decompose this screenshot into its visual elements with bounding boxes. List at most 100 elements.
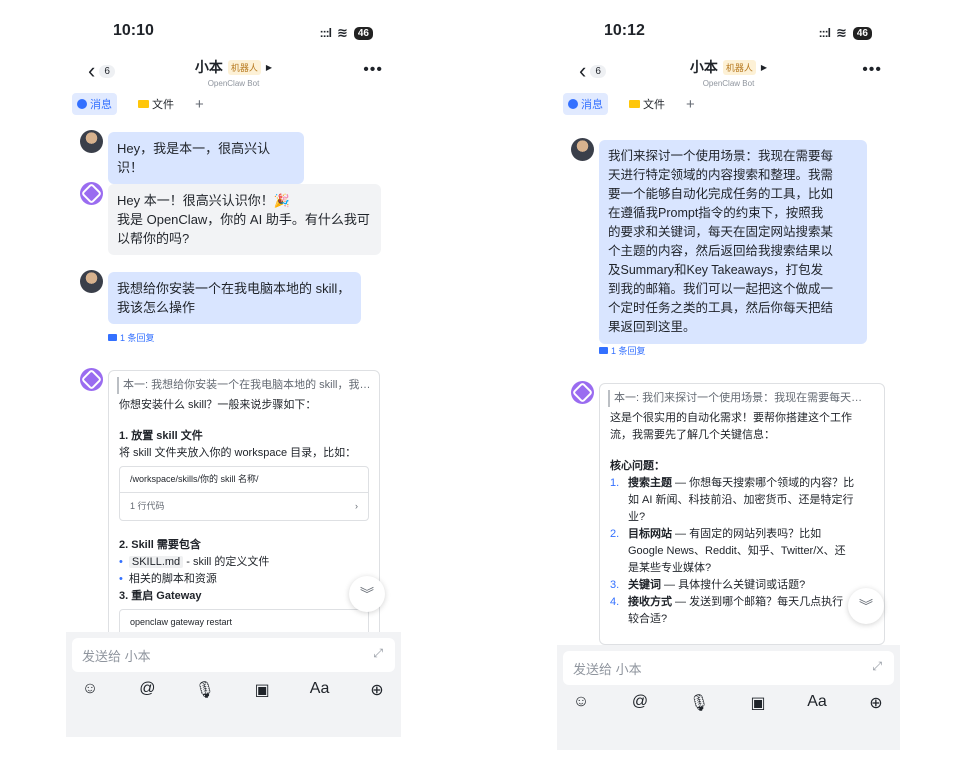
bot-avatar[interactable]: [80, 368, 103, 391]
text-format-icon[interactable]: Aa: [306, 680, 334, 700]
wifi-icon: ≋: [336, 25, 348, 40]
message-input[interactable]: 发送给 小本 ⤢: [72, 638, 395, 672]
tab-messages-label: 消息: [90, 99, 112, 111]
caret-right-icon: ▶: [265, 62, 273, 72]
list-item: 1. 搜索主题 — 你想每天搜索哪个领域的内容？比如 AI 新闻、科技前沿、加密…: [610, 475, 874, 526]
item-text: — 具体搜什么关键词或话题?: [661, 579, 806, 591]
item-text: 是某些专业媒体?: [628, 562, 712, 574]
item-text: 较合适?: [628, 613, 668, 625]
code-line-count: 1 行代码: [130, 501, 165, 511]
message-line: 的要求和关键词，每天在固定网站搜索某: [608, 225, 834, 239]
list-number: 2.: [610, 528, 620, 540]
phone-screen-right: 10:12 :::l ≋ 46 ‹ 6 小本 机器人 ▶ OpenClaw Bo…: [557, 0, 900, 765]
status-time: 10:12: [604, 22, 645, 39]
step-heading: 1. 放置 skill 文件: [119, 430, 203, 442]
message-line: 我该怎么操作: [117, 300, 196, 315]
add-circle-icon[interactable]: ⊕: [862, 693, 890, 713]
tab-files[interactable]: 文件: [624, 93, 670, 115]
add-tab-button[interactable]: +: [686, 96, 695, 113]
user-avatar[interactable]: [571, 138, 594, 161]
code-block[interactable]: /workspace/skills/你的 skill 名称/ 1 行代码 ›: [119, 466, 369, 521]
chat-header: ‹ 6 小本 机器人 ▶ OpenClaw Bot •••: [557, 55, 900, 91]
message-line: 我们来探讨一个使用场景：我现在需要每: [608, 149, 834, 163]
signal-icon: :::l: [818, 26, 831, 40]
input-placeholder: 发送给 小本: [82, 648, 151, 664]
message-bubble[interactable]: Hey，我是本一，很高兴认识！: [108, 132, 304, 184]
status-icons: :::l ≋ 46: [819, 25, 872, 41]
microphone-icon[interactable]: 🎙: [685, 693, 713, 713]
bot-badge: 机器人: [722, 59, 756, 75]
message-bubble[interactable]: Hey 本一！很高兴认识你！🎉 我是 OpenClaw，你的 AI 助手。有什么…: [108, 184, 381, 255]
code-footer[interactable]: 1 行代码 ›: [120, 493, 368, 520]
more-options-icon[interactable]: •••: [862, 61, 882, 79]
list-number: 3.: [610, 579, 620, 591]
mention-icon[interactable]: @: [626, 693, 654, 713]
quoted-message[interactable]: 本一: 我想给你安装一个在我电脑本地的 skill，我…: [117, 377, 371, 394]
tab-files-label: 文件: [643, 99, 665, 111]
message-line: 要一个能够自动化完成任务的工具，比如: [608, 187, 834, 201]
list-number: 1.: [610, 477, 620, 489]
tab-files[interactable]: 文件: [133, 93, 179, 115]
text-format-icon[interactable]: Aa: [803, 693, 831, 713]
expand-icon[interactable]: ⤢: [872, 659, 882, 674]
user-avatar[interactable]: [80, 270, 103, 293]
thread-reply-link[interactable]: 1 条回复: [108, 331, 155, 344]
cube-icon: [80, 182, 103, 205]
composer-toolbar: ☺ @ 🎙 ▣ Aa ⊕: [567, 693, 890, 713]
message-line: 天进行特定领域的内容搜索和整理。我需: [608, 168, 834, 182]
mention-icon[interactable]: @: [133, 680, 161, 700]
card-intro: 这是个很实用的自动化需求！要帮你搭建这个工作: [610, 412, 852, 424]
item-text: Google News、Reddit、知乎、Twitter/X、还: [628, 545, 846, 557]
item-label: 关键词: [628, 579, 661, 591]
section-heading: 核心问题：: [610, 460, 665, 472]
bot-avatar[interactable]: [80, 182, 103, 205]
item-label: 搜索主题: [628, 477, 672, 489]
bot-badge: 机器人: [227, 59, 261, 75]
more-options-icon[interactable]: •••: [363, 61, 383, 79]
user-avatar[interactable]: [80, 130, 103, 153]
emoji-icon[interactable]: ☺: [567, 693, 595, 713]
scroll-to-bottom-button[interactable]: ︾: [349, 576, 385, 612]
battery-icon: 46: [852, 26, 872, 40]
folder-icon: [138, 100, 149, 108]
image-icon[interactable]: ▣: [744, 693, 772, 713]
chat-title-block[interactable]: 小本 机器人 ▶ OpenClaw Bot: [557, 57, 900, 88]
list-item: 4. 接收方式 — 发送到哪个邮箱？每天几点执行 较合适?: [610, 594, 874, 628]
composer-toolbar: ☺ @ 🎙 ▣ Aa ⊕: [76, 680, 391, 700]
tab-files-label: 文件: [152, 99, 174, 111]
bot-reply-card[interactable]: 本一: 我们来探讨一个使用场景：我现在需要每天… 这是个很实用的自动化需求！要帮…: [599, 383, 885, 645]
chat-subtitle: OpenClaw Bot: [207, 79, 260, 88]
bullet-item: • SKILL.md - skill 的定义文件: [119, 556, 270, 568]
message-bubble[interactable]: 我想给你安装一个在我电脑本地的 skill， 我该怎么操作: [108, 272, 361, 324]
tab-messages[interactable]: 消息: [72, 93, 117, 115]
question-list: 1. 搜索主题 — 你想每天搜索哪个领域的内容？比如 AI 新闻、科技前沿、加密…: [610, 475, 874, 628]
tab-messages[interactable]: 消息: [563, 93, 608, 115]
chat-header: ‹ 6 小本 机器人 ▶ OpenClaw Bot •••: [66, 55, 401, 91]
quoted-message[interactable]: 本一: 我们来探讨一个使用场景：我现在需要每天…: [608, 390, 876, 407]
card-intro: 你想安装什么 skill？一般来说步骤如下：: [119, 399, 317, 411]
expand-icon[interactable]: ⤢: [373, 646, 383, 661]
phone-screen-left: 10:10 :::l ≋ 46 ‹ 6 小本 机器人 ▶ OpenClaw Bo…: [66, 0, 401, 765]
add-circle-icon[interactable]: ⊕: [363, 680, 391, 700]
reply-icon: [599, 347, 608, 354]
chat-title-block[interactable]: 小本 机器人 ▶ OpenClaw Bot: [66, 57, 401, 88]
emoji-icon[interactable]: ☺: [76, 680, 104, 700]
image-icon[interactable]: ▣: [248, 680, 276, 700]
bullet-text: 相关的脚本和资源: [128, 573, 217, 585]
status-bar: 10:12 :::l ≋ 46: [557, 22, 900, 46]
chat-subtitle: OpenClaw Bot: [702, 79, 755, 88]
message-input[interactable]: 发送给 小本 ⤢: [563, 651, 894, 685]
message-bubble[interactable]: 我们来探讨一个使用场景：我现在需要每 天进行特定领域的内容搜索和整理。我需 要一…: [599, 140, 867, 344]
bot-reply-card[interactable]: 本一: 我想给你安装一个在我电脑本地的 skill，我… 你想安装什么 skil…: [108, 370, 380, 672]
item-text: — 你想每天搜索哪个领域的内容？比: [672, 477, 855, 489]
step-heading: 2. Skill 需要包含: [119, 539, 201, 551]
bot-avatar[interactable]: [571, 381, 594, 404]
message-line: 我是 OpenClaw，你的 AI 助手。有什么我可: [117, 212, 370, 227]
chat-title: 小本: [194, 59, 223, 75]
thread-reply-link[interactable]: 1 条回复: [599, 344, 646, 357]
message-bubble-icon: [77, 99, 87, 109]
scroll-to-bottom-button[interactable]: ︾: [848, 588, 884, 624]
microphone-icon[interactable]: 🎙: [191, 680, 219, 700]
add-tab-button[interactable]: +: [195, 96, 204, 113]
code-line: /workspace/skills/你的 skill 名称/: [120, 467, 368, 493]
